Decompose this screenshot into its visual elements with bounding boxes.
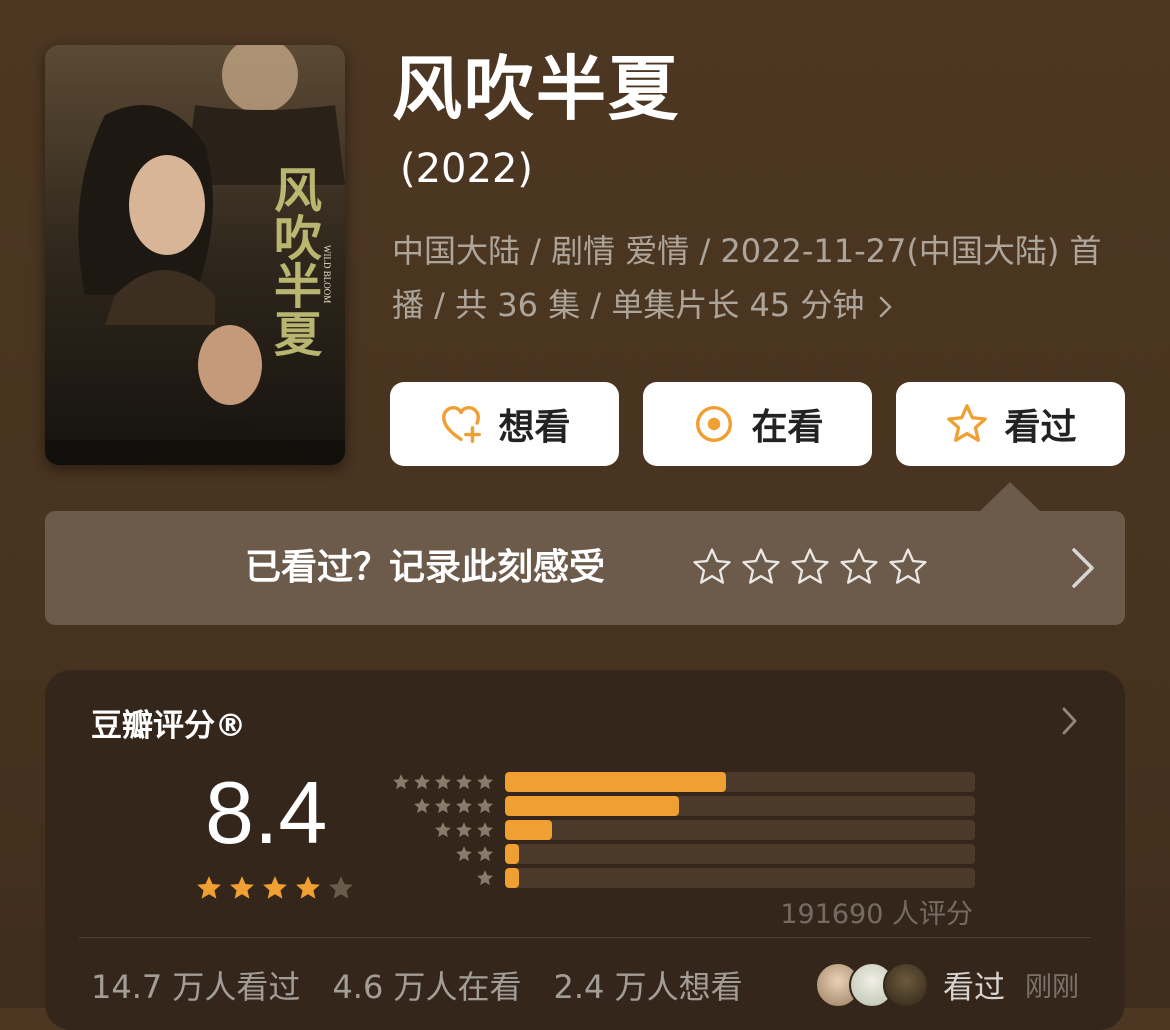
star-small-icon [393,774,409,790]
rating-score: 8.4 [205,763,328,862]
poster-image[interactable]: 风吹半夏 WILD BLOOM [45,45,345,465]
rate-prompt-text: 已看过？记录此刻感受 [245,547,606,588]
distribution-stars [385,772,495,792]
star-filled-icon [263,876,287,899]
distribution-stars [385,844,495,864]
divider [79,937,1091,938]
star-small-icon [477,846,493,862]
distribution-bar [505,796,679,816]
distribution-track [505,868,975,888]
poster-art: 风吹半夏 WILD BLOOM [45,45,345,465]
star-small-icon [477,798,493,814]
star-filled-icon [296,876,320,899]
distribution-stars [385,796,495,816]
friend-avatars[interactable] [815,962,929,1008]
rating-stars [194,873,356,903]
star-small-icon [456,822,472,838]
page-title: 风吹半夏 [392,48,680,130]
watching-label: 在看 [751,407,824,448]
target-icon [696,405,733,443]
rating-label: 豆瓣评分® [91,708,246,744]
popover-pointer [980,482,1040,511]
distribution-bar [505,820,552,840]
star-small-icon [456,798,472,814]
rate-star-1-icon[interactable] [690,545,734,589]
star-small-icon [414,774,430,790]
watched-count: 14.7 万人看过 [91,968,301,1006]
distribution-track [505,772,975,792]
distribution-bar [505,868,520,888]
star-small-icon [435,822,451,838]
distribution-stars [385,868,495,888]
meta-line-2: 播 / 共 36 集 / 单集片长 45 分钟 [392,286,865,324]
star-small-icon [456,774,472,790]
chevron-right-icon[interactable] [1061,706,1079,740]
avatar [883,962,929,1008]
watch-stats: 14.7 万人看过 4.6 万人在看 2.4 万人想看 [91,962,743,1008]
rate-star-4-icon[interactable] [837,545,881,589]
rating-card[interactable]: 豆瓣评分® 8.4 191690 人评分 14.7 万人看过 4.6 万人在看 … [45,670,1125,1030]
star-filled-icon [230,876,254,899]
star-small-icon [477,870,493,886]
star-outline-icon [947,404,988,442]
chevron-right-icon[interactable] [1069,545,1097,595]
friend-time: 刚刚 [1025,972,1079,1003]
distribution-bar [505,772,726,792]
distribution-track [505,820,975,840]
distribution-track [505,796,975,816]
movie-meta[interactable]: 中国大陆 / 剧情 爱情 / 2022-11-27(中国大陆) 首 播 / 共 … [392,224,1132,334]
star-small-icon [435,774,451,790]
want-count: 2.4 万人想看 [553,968,743,1006]
heart-plus-icon [442,405,482,443]
watched-button[interactable]: 看过 [896,382,1125,466]
distribution-track [505,844,975,864]
star-small-icon [456,846,472,862]
rate-stars[interactable] [690,545,930,589]
distribution-stars [385,820,495,840]
rate-prompt-bar[interactable]: 已看过？记录此刻感受 [45,511,1125,625]
poster-title-art: 风吹半夏 [265,165,322,357]
rate-star-3-icon[interactable] [788,545,832,589]
release-year: (2022) [400,146,534,192]
distribution-bar [505,844,520,864]
watching-count: 4.6 万人在看 [332,968,522,1006]
want-to-watch-button[interactable]: 想看 [390,382,619,466]
star-empty-icon [329,876,353,899]
star-small-icon [414,798,430,814]
poster-subtitle-art: WILD BLOOM [322,245,332,303]
star-small-icon [435,798,451,814]
star-filled-icon [197,876,221,899]
watched-label: 看过 [1004,407,1077,448]
want-to-watch-label: 想看 [498,407,571,448]
meta-line-1: 中国大陆 / 剧情 爱情 / 2022-11-27(中国大陆) 首 [392,232,1102,270]
vote-count[interactable]: 191690 人评分 [780,892,973,931]
rate-star-5-icon[interactable] [886,545,930,589]
chevron-right-icon [868,289,894,324]
watching-button[interactable]: 在看 [643,382,872,466]
star-small-icon [477,822,493,838]
friend-status: 看过 [943,970,1005,1006]
star-small-icon [477,774,493,790]
rate-star-2-icon[interactable] [739,545,783,589]
